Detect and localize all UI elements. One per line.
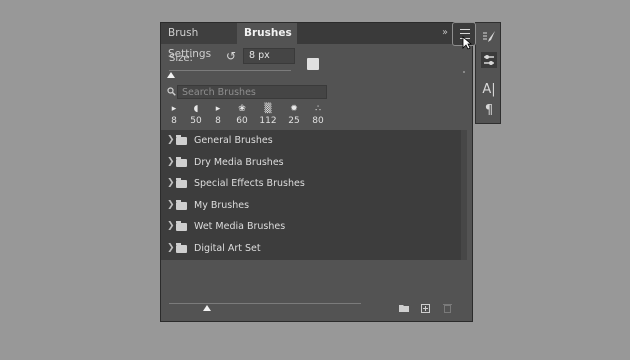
brush-settings-icon[interactable] <box>481 29 497 45</box>
brush-size-label: 8 <box>215 116 221 126</box>
recent-brush-3[interactable]: ▸ 8 <box>209 103 227 129</box>
brush-size-label: 25 <box>288 116 300 126</box>
recent-brush-4[interactable]: ❀ 60 <box>233 103 251 129</box>
brush-tip-icon: ▸ <box>171 104 177 114</box>
search-icon <box>167 87 176 96</box>
recent-brush-5[interactable]: ▒ 112 <box>257 103 279 129</box>
size-field[interactable]: 8 px <box>243 48 295 64</box>
folder-icon <box>176 242 187 253</box>
panel-tool-strip: A| ¶ <box>475 22 501 124</box>
list-item[interactable]: ❯ My Brushes <box>161 195 461 217</box>
brush-group-label: My Brushes <box>194 199 250 211</box>
reset-size-icon[interactable]: ↺ <box>226 50 238 62</box>
chevron-right-icon[interactable]: ❯ <box>167 216 175 238</box>
folder-icon <box>176 221 187 231</box>
tab-brushes[interactable]: Brushes <box>237 23 297 44</box>
brush-group-label: Digital Art Set <box>194 242 261 254</box>
list-item[interactable]: ❯ General Brushes <box>161 130 461 152</box>
new-brush-icon[interactable] <box>421 304 430 313</box>
brush-tip-icon: ∴ <box>315 104 321 114</box>
new-group-icon[interactable] <box>399 304 409 312</box>
chevron-right-icon[interactable]: ❯ <box>167 130 175 152</box>
recent-brush-7[interactable]: ∴ 80 <box>309 103 327 129</box>
brush-size-label: 50 <box>190 116 202 126</box>
new-preset-icon[interactable] <box>307 58 319 70</box>
folder-icon <box>176 135 187 145</box>
chevron-right-icon[interactable]: ❯ <box>167 195 175 217</box>
character-icon[interactable]: A| <box>481 82 497 98</box>
recent-brushes: ▸ 8 ◖ 50 ▸ 8 ❀ 60 ▒ 112 ✹ 25 ∴ 80 <box>165 103 335 129</box>
chevron-right-icon[interactable]: ❯ <box>167 238 175 260</box>
brush-group-label: Special Effects Brushes <box>194 178 305 189</box>
brush-tip-icon: ▸ <box>215 104 221 114</box>
search-input[interactable] <box>177 85 327 99</box>
trash-icon[interactable] <box>443 303 452 313</box>
brush-size-label: 80 <box>312 116 324 126</box>
brushes-icon[interactable] <box>481 52 497 68</box>
recent-brush-1[interactable]: ▸ 8 <box>165 103 183 129</box>
size-label: Size: <box>169 53 193 64</box>
size-slider-track[interactable] <box>169 70 291 71</box>
list-item[interactable]: ❯ Dry Media Brushes <box>161 152 461 174</box>
brush-tip-icon: ◖ <box>193 104 199 114</box>
brush-size-label: 60 <box>236 116 248 126</box>
list-item[interactable]: ❯ Special Effects Brushes <box>161 173 461 195</box>
brush-tip-icon: ▒ <box>264 104 272 114</box>
chevron-right-icon[interactable]: ❯ <box>167 173 175 195</box>
preview-size-slider-track[interactable] <box>169 303 361 304</box>
brush-tip-icon: ❀ <box>238 104 246 114</box>
list-item[interactable]: ❯ Digital Art Set <box>161 238 461 260</box>
folder-icon <box>176 199 187 210</box>
preview-size-slider-thumb[interactable] <box>203 305 211 311</box>
brush-size-label: 112 <box>259 116 277 126</box>
recent-brush-6[interactable]: ✹ 25 <box>285 103 303 129</box>
chevron-right-icon[interactable]: ❯ <box>167 152 175 174</box>
list-item[interactable]: ❯ Wet Media Brushes <box>161 216 461 238</box>
mouse-cursor-icon <box>462 36 472 50</box>
size-slider-thumb[interactable] <box>167 72 175 78</box>
list-scrollbar[interactable] <box>461 130 467 260</box>
paragraph-icon[interactable]: ¶ <box>481 103 497 119</box>
brushes-panel: Brush Settings Brushes ›› Size: ↺ 8 px ▸… <box>160 22 473 322</box>
brush-group-label: Dry Media Brushes <box>194 156 284 168</box>
panel-tab-bar: Brush Settings Brushes ›› <box>161 23 472 60</box>
folder-icon <box>176 178 187 188</box>
double-chevron-right-icon[interactable]: ›› <box>442 27 448 38</box>
panel-corner-dot <box>463 71 465 73</box>
brush-group-label: Wet Media Brushes <box>194 221 286 232</box>
folder-icon <box>176 156 187 167</box>
brush-group-list: ❯ General Brushes ❯ Dry Media Brushes ❯ … <box>161 130 461 260</box>
brush-size-label: 8 <box>171 116 177 126</box>
recent-brush-2[interactable]: ◖ 50 <box>187 103 205 129</box>
brush-tip-icon: ✹ <box>290 104 298 114</box>
brush-group-label: General Brushes <box>194 135 273 146</box>
